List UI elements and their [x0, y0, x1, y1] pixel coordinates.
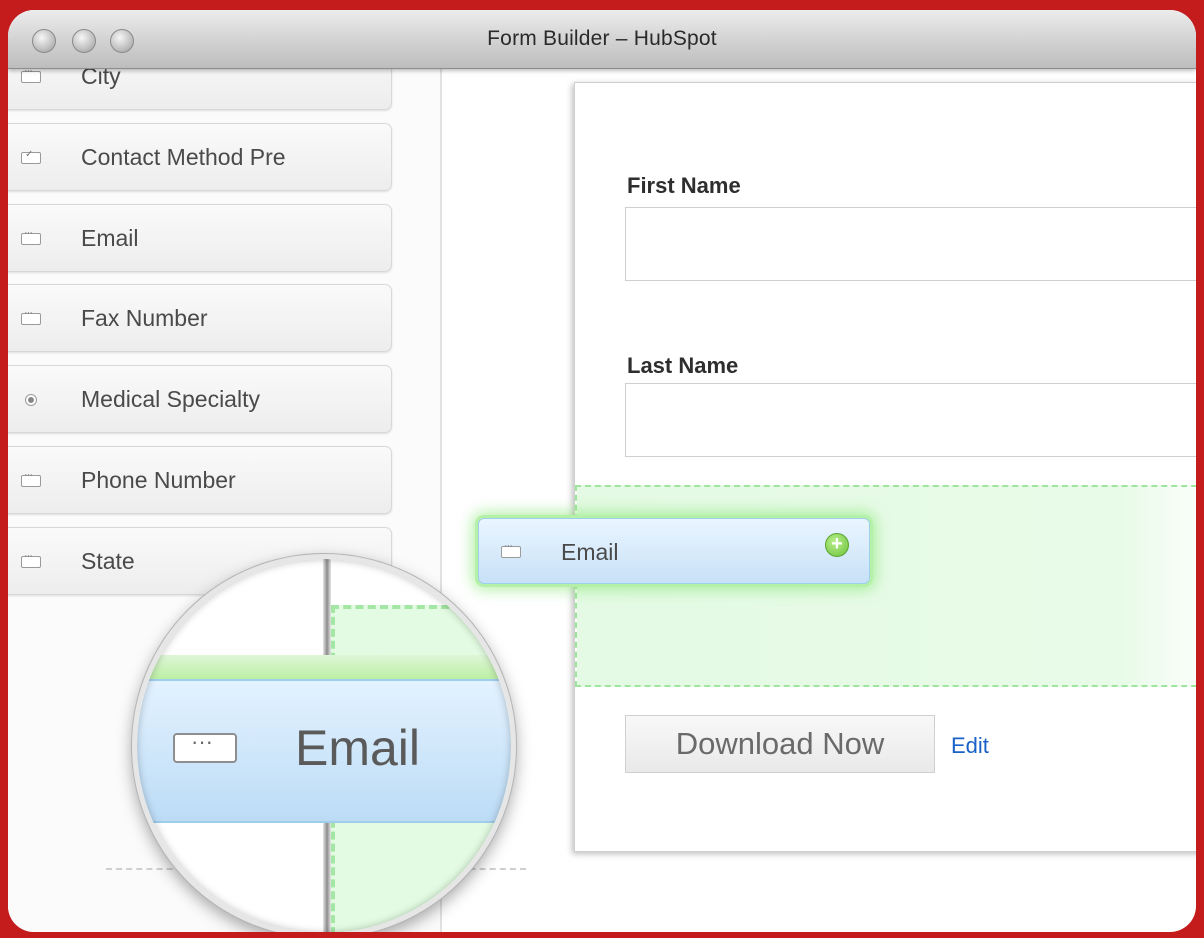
- window-title: Form Builder – HubSpot: [487, 27, 717, 50]
- dragged-field-label: Email: [561, 539, 619, 565]
- sidebar-item-label: Email: [81, 225, 139, 251]
- app-frame: Form Builder – HubSpot City Contact Meth…: [8, 10, 1196, 932]
- text-field-icon: [21, 227, 41, 245]
- text-field-icon: [21, 65, 41, 83]
- text-field-icon: [21, 469, 41, 487]
- sidebar-item-fax-number[interactable]: Fax Number: [8, 284, 392, 352]
- last-name-input[interactable]: [625, 383, 1196, 457]
- sidebar-item-contact-method[interactable]: Contact Method Pre: [8, 123, 392, 191]
- text-field-icon: [21, 307, 41, 325]
- drop-zone[interactable]: [575, 485, 1196, 687]
- radio-icon: [25, 394, 37, 406]
- text-field-icon: [21, 550, 41, 568]
- edit-link[interactable]: Edit: [951, 733, 989, 759]
- sidebar-item-label: Phone Number: [81, 467, 236, 493]
- sidebar-item-phone-number[interactable]: Phone Number: [8, 446, 392, 514]
- sidebar-item-email[interactable]: Email: [8, 204, 392, 272]
- add-plus-icon: +: [825, 533, 849, 557]
- download-now-button[interactable]: Download Now: [625, 715, 935, 773]
- first-name-label: First Name: [627, 173, 741, 198]
- title-bar: Form Builder – HubSpot: [8, 10, 1196, 69]
- checkbox-icon: [21, 149, 41, 164]
- first-name-input[interactable]: [625, 207, 1196, 281]
- dragged-email-field[interactable]: Email +: [478, 518, 870, 584]
- magnifier-callout: Email: [132, 554, 516, 932]
- text-field-icon: [501, 540, 521, 558]
- last-name-label: Last Name: [627, 353, 739, 378]
- sidebar-item-label: State: [81, 548, 135, 574]
- sidebar-item-label: Contact Method Pre: [81, 144, 286, 170]
- form-preview: First Name Last Name Download Now Edit: [574, 82, 1196, 852]
- magnifier-lens-edge: [137, 559, 511, 932]
- sidebar-item-label: Fax Number: [81, 305, 208, 331]
- window-content: Form Builder – HubSpot City Contact Meth…: [8, 10, 1196, 932]
- sidebar-item-label: Medical Specialty: [81, 386, 260, 412]
- sidebar-item-medical-specialty[interactable]: Medical Specialty: [8, 365, 392, 433]
